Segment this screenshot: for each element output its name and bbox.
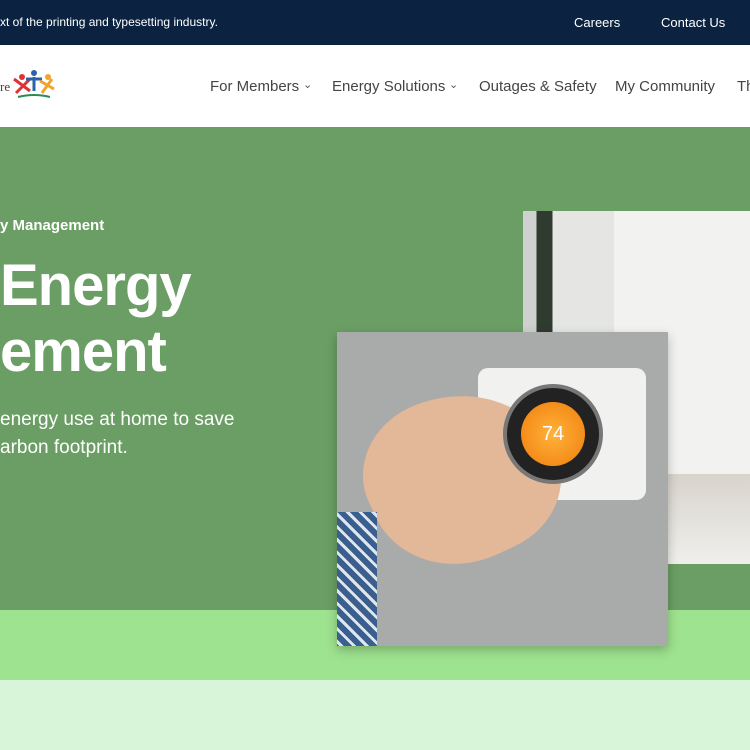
nav-outages-safety[interactable]: Outages & Safety bbox=[479, 78, 597, 95]
nav-for-members[interactable]: For Members bbox=[210, 78, 299, 95]
hero-title-line1: Energy bbox=[0, 253, 192, 318]
hero-eyebrow: y Management bbox=[0, 217, 105, 234]
careers-link[interactable]: Careers bbox=[574, 15, 620, 30]
hero-subtitle: energy use at home to save arbon footpri… bbox=[0, 406, 234, 462]
nav-energy-solutions[interactable]: Energy Solutions bbox=[332, 78, 445, 95]
subtitle-line: arbon footprint. bbox=[0, 437, 128, 458]
announcement-text: xt of the printing and typesetting indus… bbox=[0, 15, 218, 29]
chevron-down-icon[interactable]: ⌄ bbox=[303, 78, 312, 91]
sleeve bbox=[337, 512, 377, 646]
subtitle-line: energy use at home to save bbox=[0, 409, 235, 430]
contact-us-link[interactable]: Contact Us bbox=[661, 15, 725, 30]
logo-text: re bbox=[0, 79, 11, 94]
nav-my-community[interactable]: My Community bbox=[615, 78, 715, 95]
thermostat-reading: 74 bbox=[521, 402, 585, 466]
nav-more[interactable]: Th bbox=[737, 78, 750, 95]
thermostat-dial: 74 bbox=[503, 384, 603, 484]
logo-icon[interactable] bbox=[12, 69, 56, 101]
chevron-down-icon[interactable]: ⌄ bbox=[449, 78, 458, 91]
top-bar: xt of the printing and typesetting indus… bbox=[0, 0, 750, 45]
thermostat-image: 74 bbox=[337, 332, 668, 646]
main-header: re For Members ⌄ Energy Solutions ⌄ Outa… bbox=[0, 45, 750, 127]
hero-title-line2: ement bbox=[0, 319, 167, 384]
